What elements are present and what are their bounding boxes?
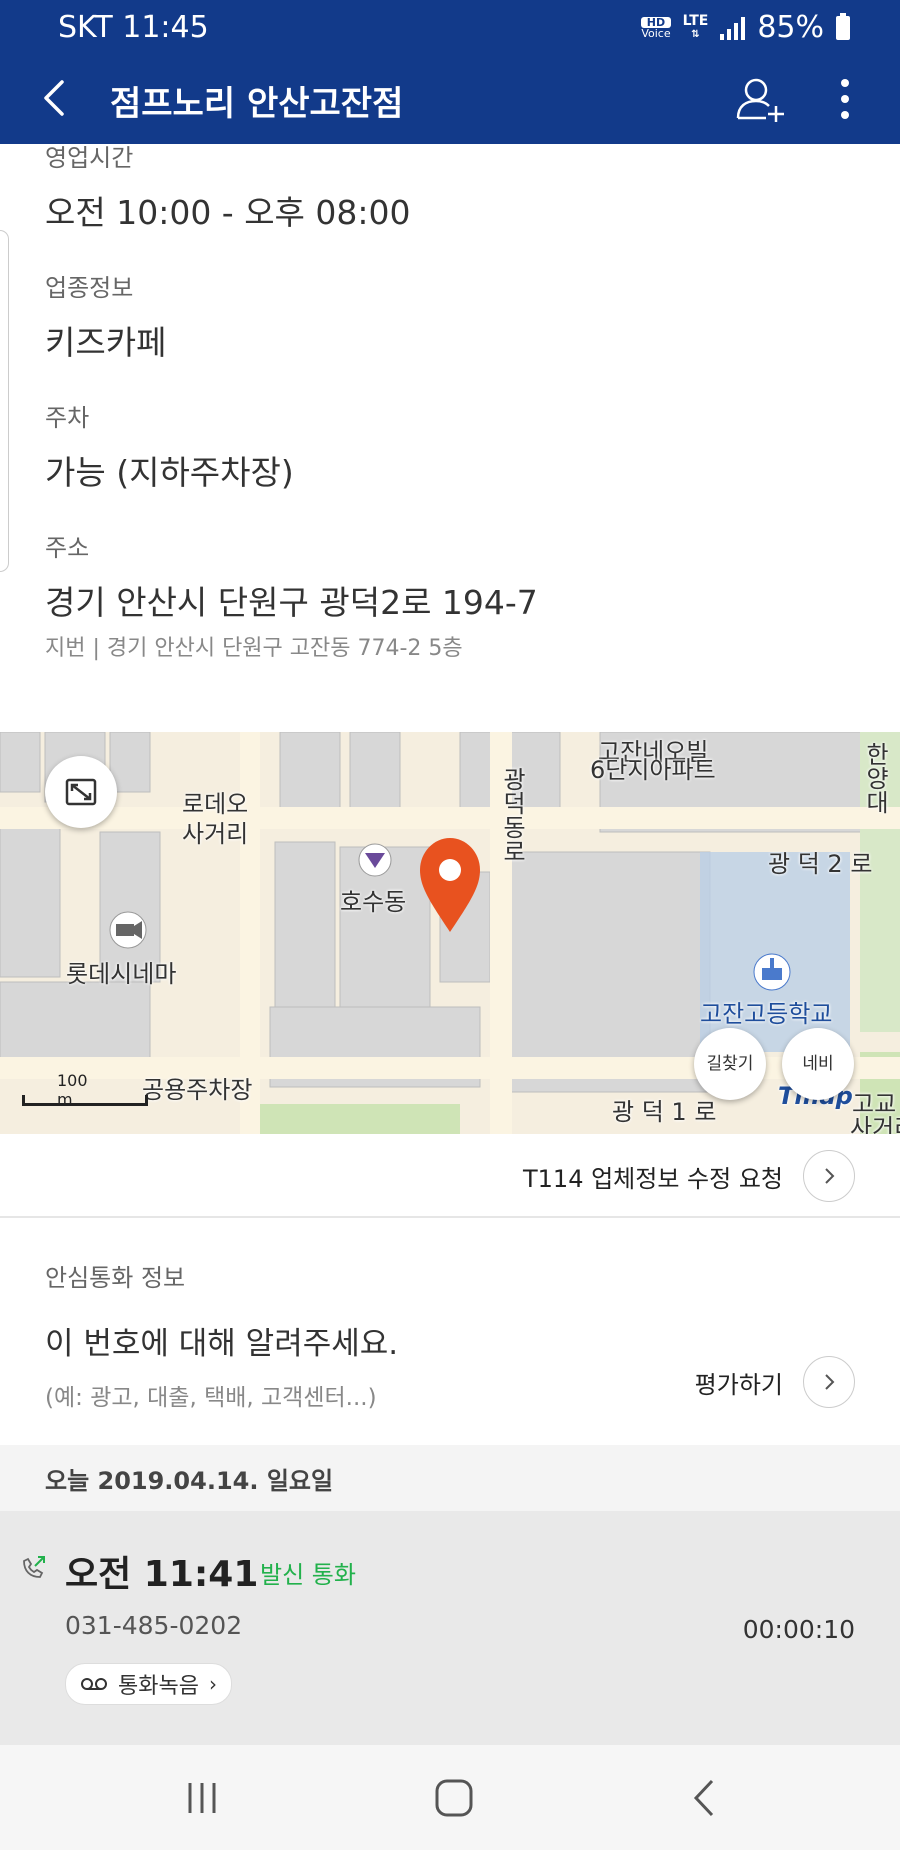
page-title: 점프노리 안산고잔점 xyxy=(110,84,404,124)
category-label: 업종정보 xyxy=(45,274,134,302)
recent-apps-button[interactable] xyxy=(172,1773,232,1823)
carrier-time: SKT 11:45 xyxy=(58,10,209,45)
rate-button[interactable]: 평가하기 xyxy=(695,1356,855,1408)
battery-icon xyxy=(836,12,850,40)
map-label-hosu: 호수동 xyxy=(340,888,407,916)
home-icon xyxy=(435,1779,473,1817)
map-label-far-right: 한양대 xyxy=(861,742,889,814)
category-value: 키즈카페 xyxy=(45,323,167,362)
system-nav-bar xyxy=(0,1745,900,1850)
voicemail-icon xyxy=(81,1678,107,1690)
hours-value: 오전 10:00 - 오후 08:00 xyxy=(45,193,411,232)
map-label-road-vertical: 광덕동로 xyxy=(498,767,526,863)
directions-button[interactable]: 길찾기 xyxy=(694,1028,766,1100)
call-duration: 00:00:10 xyxy=(742,1615,855,1644)
battery-percent: 85% xyxy=(757,10,824,45)
chevron-right-icon xyxy=(803,1150,855,1202)
signal-icon xyxy=(720,16,746,40)
divider xyxy=(0,1216,900,1218)
scroll-edge-indicator xyxy=(0,230,9,572)
add-contact-button[interactable] xyxy=(732,70,790,128)
safe-call-label: 안심통화 정보 xyxy=(45,1264,186,1292)
back-icon xyxy=(693,1779,714,1817)
chevron-right-icon xyxy=(803,1356,855,1408)
map-label-corner-2: 사거리 xyxy=(850,1114,900,1134)
edit-request-link[interactable]: T114 업체정보 수정 요청 xyxy=(523,1150,855,1202)
lte-icon: LTE ⇅ xyxy=(682,12,709,40)
call-time: 오전 11:41 xyxy=(65,1554,259,1595)
map-label-school: 고잔고등학교 xyxy=(700,1000,833,1028)
more-options-button[interactable] xyxy=(820,70,870,128)
map-label-road-right: 광 덕 2 로 xyxy=(768,850,873,878)
back-button[interactable] xyxy=(30,72,82,124)
status-bar: SKT 11:45 HD Voice LTE ⇅ 85% xyxy=(0,0,900,52)
location-map[interactable]: 고잔네오빌 6단지아파트 로데오 사거리 광덕동로 광 덕 2 로 광 덕 1 … xyxy=(0,732,900,1134)
call-date: 오늘 2019.04.14. 일요일 xyxy=(45,1467,334,1495)
more-vertical-icon xyxy=(841,79,849,119)
safe-call-example: (예: 광고, 대출, 택배, 고객센터...) xyxy=(45,1385,377,1411)
address-label: 주소 xyxy=(45,534,90,562)
rate-label: 평가하기 xyxy=(694,1370,783,1399)
map-canvas xyxy=(0,732,900,1134)
call-recording-label: 통화녹음 xyxy=(118,1674,199,1699)
call-recording-button[interactable]: 통화녹음 › xyxy=(65,1663,232,1705)
safe-call-prompt: 이 번호에 대해 알려주세요. xyxy=(45,1326,399,1362)
call-date-header: 오늘 2019.04.14. 일요일 xyxy=(0,1445,900,1511)
call-type: 발신 통화 xyxy=(260,1561,356,1589)
app-bar: 점프노리 안산고잔점 xyxy=(0,52,900,144)
call-log-item[interactable]: 오전 11:41 발신 통화 031-485-0202 00:00:10 통화녹… xyxy=(0,1511,900,1745)
navigation-button[interactable]: 네비 xyxy=(782,1028,854,1100)
expand-icon xyxy=(65,778,97,806)
parking-label: 주차 xyxy=(45,404,90,432)
chevron-right-icon: › xyxy=(208,1672,217,1696)
hd-voice-icon: HD Voice xyxy=(641,15,671,40)
map-label-intersection: 사거리 xyxy=(182,820,249,848)
outgoing-call-icon xyxy=(23,1556,45,1578)
home-button[interactable] xyxy=(424,1773,484,1823)
system-back-button[interactable] xyxy=(676,1773,736,1823)
address-value[interactable]: 경기 안산시 단원구 광덕2로 194-7 xyxy=(45,576,538,624)
parking-value: 가능 (지하주차장) xyxy=(45,453,294,492)
phone-number: 031-485-0202 xyxy=(65,1611,243,1640)
recent-apps-icon xyxy=(188,1783,216,1813)
hours-label: 영업시간 xyxy=(45,144,134,172)
map-expand-button[interactable] xyxy=(45,756,117,828)
status-icons: HD Voice LTE ⇅ 85% xyxy=(641,10,850,45)
edit-request-label: T114 업체정보 수정 요청 xyxy=(523,1164,783,1193)
jibun-address: 지번 | 경기 안산시 단원구 고잔동 774-2 5층 xyxy=(45,636,463,661)
map-label-parking: 공용주차장 xyxy=(142,1076,253,1104)
map-label-cinema: 롯데시네마 xyxy=(66,960,177,988)
map-label-road-bottom: 광 덕 1 로 xyxy=(612,1098,717,1126)
back-arrow-icon xyxy=(44,80,64,116)
map-label-apartment-2: 6단지아파트 xyxy=(590,756,716,784)
add-user-icon xyxy=(736,78,784,122)
